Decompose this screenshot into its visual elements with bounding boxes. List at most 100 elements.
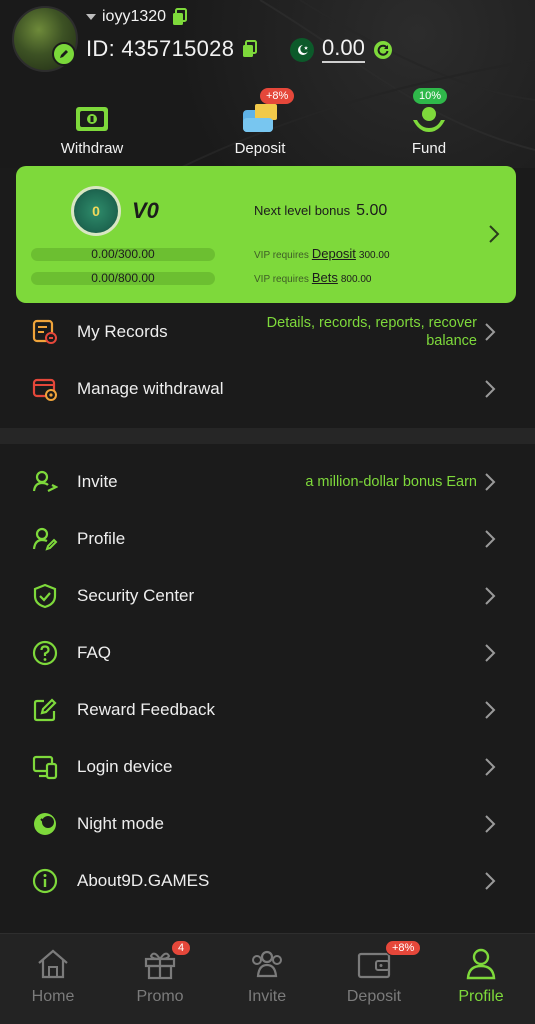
username-row: ioyy1320 — [86, 8, 188, 26]
home-icon — [38, 949, 68, 979]
edit-icon — [31, 696, 59, 724]
invite-hint: a million-dollar bonus Earn — [305, 473, 477, 490]
profile-header: ioyy1320 ID: 435715028 0.00 Withdraw +8%… — [0, 0, 535, 168]
deposit-req-prefix: VIP requires — [254, 250, 309, 261]
fund-icon — [413, 107, 445, 132]
my-records-row[interactable]: My Records Details, records, reports, re… — [0, 303, 535, 360]
shield-icon — [31, 582, 59, 610]
next-level-bonus-label: Next level bonus — [254, 203, 351, 218]
fund-rate-badge: 10% — [413, 88, 448, 104]
menu-item-profile[interactable]: Profile — [0, 510, 535, 567]
chevron-right-icon — [485, 529, 496, 548]
bets-req-prefix: VIP requires — [254, 274, 309, 285]
fund-label: Fund — [411, 140, 447, 157]
deposit-button[interactable]: +8% Deposit — [200, 88, 320, 157]
next-level-bonus: Next level bonus 5.00 — [254, 202, 387, 220]
menu-item-faq-label: FAQ — [77, 642, 112, 662]
chevron-right-icon — [485, 871, 496, 890]
promo-count-badge: 4 — [171, 940, 192, 956]
profile-icon — [466, 948, 496, 980]
chevron-right-icon — [485, 757, 496, 776]
deposit-req-link[interactable]: Deposit — [312, 246, 356, 261]
menu-item-faq[interactable]: FAQ — [0, 624, 535, 681]
menu-item-night-mode[interactable]: Night mode — [0, 795, 535, 852]
withdraw-button[interactable]: Withdraw — [32, 92, 152, 157]
menu-item-invite-label: Invite — [77, 471, 118, 491]
balance-row: 0.00 — [290, 36, 393, 63]
manage-withdrawal-row[interactable]: Manage withdrawal — [0, 360, 535, 417]
info-icon — [31, 867, 59, 895]
menu-item-login-device-label: Login device — [77, 756, 173, 776]
menu-item-invite[interactable]: Invite a million-dollar bonus Earn — [0, 453, 535, 510]
my-records-hint-line2: balance — [426, 332, 477, 349]
chevron-right-icon — [489, 225, 500, 243]
chevron-right-icon — [485, 700, 496, 719]
nav-home-label: Home — [31, 988, 75, 1005]
my-records-label: My Records — [77, 321, 168, 341]
nav-profile[interactable]: Profile — [436, 946, 526, 1006]
refresh-icon[interactable] — [373, 40, 393, 60]
withdraw-label: Withdraw — [60, 140, 124, 157]
users-icon — [252, 950, 282, 978]
my-records-hint-line1: Details, records, reports, recover — [266, 314, 477, 331]
username: ioyy1320 — [102, 8, 167, 25]
menu-item-night-mode-label: Night mode — [77, 813, 164, 833]
fund-button[interactable]: 10% Fund — [369, 88, 489, 157]
withdrawal-settings-icon — [31, 375, 59, 403]
copy-icon[interactable] — [172, 8, 188, 26]
user-id-row: ID: 435715028 — [86, 36, 258, 62]
chevron-right-icon — [485, 814, 496, 833]
manage-withdrawal-label: Manage withdrawal — [77, 378, 224, 398]
copy-id-icon[interactable] — [242, 40, 258, 58]
withdraw-icon — [76, 107, 108, 131]
bets-req-link[interactable]: Bets — [312, 270, 338, 285]
menu-item-about-label: About9D.GAMES — [77, 870, 210, 890]
menu-item-login-device[interactable]: Login device — [0, 738, 535, 795]
chevron-right-icon — [485, 322, 496, 341]
deposit-bonus-nav-badge: +8% — [385, 940, 422, 956]
nav-deposit-label: Deposit — [346, 988, 402, 1005]
vip-medal-icon: 0 — [71, 186, 121, 236]
nav-deposit[interactable]: +8% Deposit — [329, 940, 422, 1006]
nav-home[interactable]: Home — [8, 946, 98, 1006]
nav-promo[interactable]: 4 Promo — [115, 940, 205, 1006]
currency-flag-icon — [290, 37, 314, 62]
device-icon — [31, 753, 59, 781]
vip-card[interactable]: 0 V0 Next level bonus 5.00 0.00/300.00 0.… — [16, 166, 516, 303]
moon-icon — [31, 810, 59, 838]
my-records-hint: Details, records, reports, recover balan… — [267, 314, 477, 350]
balance-amount: 0.00 — [322, 36, 365, 63]
menu-item-security-center-label: Security Center — [77, 585, 195, 605]
bets-requirement: VIP requires Bets 800.00 — [254, 270, 371, 285]
deposit-req-value: 300.00 — [358, 250, 390, 261]
section-divider — [0, 428, 535, 444]
nav-profile-label: Profile — [458, 988, 504, 1005]
chevron-down-icon[interactable] — [86, 14, 96, 20]
chevron-right-icon — [485, 643, 496, 662]
invite-icon — [31, 468, 59, 496]
deposit-label: Deposit — [234, 140, 286, 157]
user-id: ID: 435715028 — [86, 36, 235, 61]
nav-invite[interactable]: Invite — [222, 946, 312, 1006]
deposit-progress-bar: 0.00/300.00 — [31, 248, 215, 261]
deposit-bonus-badge: +8% — [260, 88, 295, 104]
bets-req-value: 800.00 — [340, 274, 372, 285]
bets-progress-bar: 0.00/800.00 — [31, 272, 215, 285]
menu-item-reward-feedback[interactable]: Reward Feedback — [0, 681, 535, 738]
records-icon — [31, 318, 59, 346]
chevron-right-icon — [485, 472, 496, 491]
nav-promo-label: Promo — [136, 988, 184, 1005]
profile-icon — [31, 525, 59, 553]
menu-item-security-center[interactable]: Security Center — [0, 567, 535, 624]
menu-item-about[interactable]: About9D.GAMES — [0, 852, 535, 909]
chevron-right-icon — [485, 379, 496, 398]
menu-item-profile-label: Profile — [77, 528, 126, 548]
question-icon — [31, 639, 59, 667]
chevron-right-icon — [485, 586, 496, 605]
next-level-bonus-value: 5.00 — [356, 202, 388, 219]
bottom-nav: Home 4 Promo Invite +8% Deposit Profile — [0, 933, 535, 1024]
edit-avatar-icon[interactable] — [52, 42, 76, 66]
records-section: My Records Details, records, reports, re… — [0, 303, 535, 428]
vip-level: V0 — [132, 198, 159, 223]
deposit-requirement: VIP requires Deposit 300.00 — [254, 246, 390, 261]
